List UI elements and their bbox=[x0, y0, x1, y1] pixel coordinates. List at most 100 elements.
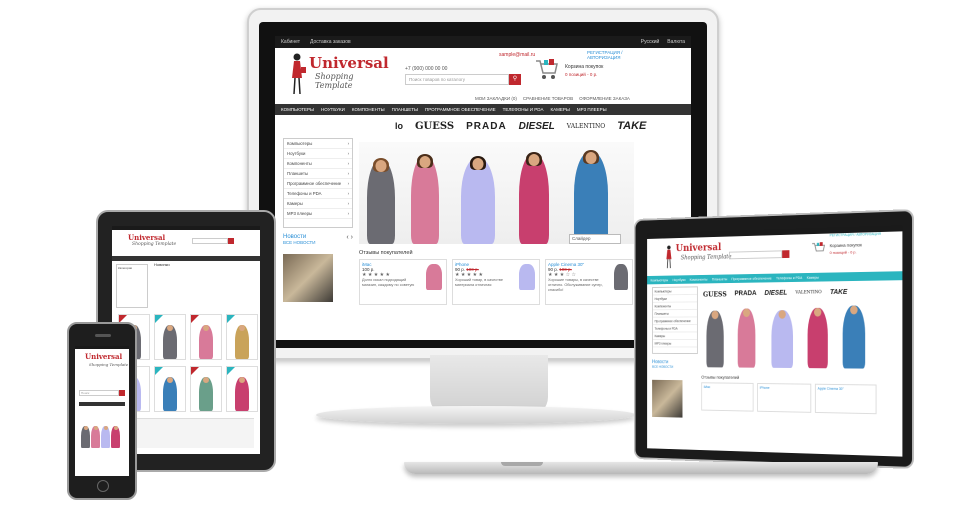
register-link[interactable]: РЕГИСТРАЦИЯ / АВТОРИЗАЦИЯ bbox=[587, 50, 630, 60]
shopping-cart-icon[interactable] bbox=[811, 241, 826, 255]
home-button[interactable] bbox=[97, 480, 109, 492]
product-tile[interactable] bbox=[154, 314, 186, 360]
category-item[interactable]: Телефоны и PDA › bbox=[284, 189, 352, 199]
brand-prada[interactable]: PRADA bbox=[466, 121, 507, 132]
brand-strip: lo GUESS PRADA DIESEL VALENTINO TAKE bbox=[395, 120, 646, 132]
brand-guess[interactable]: GUESS bbox=[703, 290, 727, 299]
brand-take[interactable]: TAKE bbox=[617, 120, 646, 132]
review-card[interactable]: iMac 100 р. ★ ★ ★ ★ ★ Долго искал подход… bbox=[359, 259, 447, 305]
main-nav bbox=[112, 256, 260, 261]
menu-bar[interactable] bbox=[79, 402, 125, 406]
category-item[interactable]: Компоненты › bbox=[284, 159, 352, 169]
monitor-base bbox=[316, 406, 636, 424]
register-link[interactable]: РЕГИСТРАЦИЯ / АВТОРИЗАЦИЯ bbox=[830, 232, 881, 237]
slider-widget[interactable]: Слайдер bbox=[569, 234, 621, 244]
all-news-link[interactable]: ВСЕ НОВОСТИ bbox=[652, 365, 673, 369]
category-item[interactable]: Ноутбуки › bbox=[284, 149, 352, 159]
cart-widget[interactable]: РЕГИСТРАЦИЯ / АВТОРИЗАЦИЯ Корзина покупо… bbox=[535, 50, 630, 92]
review-text: Хороший товар, в качестве материала отли… bbox=[455, 278, 503, 287]
brand-guess[interactable]: GUESS bbox=[415, 121, 454, 132]
brand-diesel[interactable]: DIESEL bbox=[764, 290, 787, 297]
review-product-name[interactable]: iPhone bbox=[760, 386, 770, 390]
search-input[interactable] bbox=[192, 238, 228, 244]
review-card[interactable]: Apple Cinema 30" 90 р. 100 р. ★ ★ ★ ☆ ☆ … bbox=[545, 259, 633, 305]
category-item[interactable]: Камеры bbox=[652, 332, 697, 340]
search-button[interactable] bbox=[119, 390, 125, 396]
nav-item-computers[interactable]: Компьютеры bbox=[281, 107, 314, 112]
product-tile[interactable] bbox=[226, 314, 258, 360]
category-item[interactable]: Камеры › bbox=[284, 199, 352, 209]
review-product-name[interactable]: Apple Cinema 30" bbox=[818, 387, 844, 391]
news-image[interactable] bbox=[652, 379, 683, 418]
brand-take[interactable]: TAKE bbox=[830, 289, 847, 296]
brand-prada[interactable]: PRADA bbox=[735, 290, 757, 297]
nav-item-phones[interactable]: Телефоны и PDA bbox=[503, 107, 544, 112]
compare-link[interactable]: СРАВНЕНИЕ ТОВАРОВ bbox=[523, 96, 573, 101]
nav-item-cameras[interactable]: Камеры bbox=[807, 275, 819, 279]
category-item[interactable]: Программное обеспечение bbox=[652, 317, 697, 326]
nav-item-phones[interactable]: Телефоны и PDA bbox=[776, 276, 802, 280]
nav-item-computers[interactable]: Компьютеры bbox=[650, 278, 668, 282]
category-item[interactable]: MP3 плееры bbox=[652, 339, 697, 348]
phone-screen: Universal Shopping Template Поиск bbox=[75, 346, 129, 476]
model-figure bbox=[91, 426, 100, 448]
site-logo[interactable]: Universal Shopping Template bbox=[283, 50, 389, 100]
search-button[interactable]: ⚲ bbox=[509, 74, 521, 85]
category-menu[interactable]: Категории bbox=[116, 264, 148, 308]
nav-item-tablets[interactable]: Планшеты bbox=[712, 277, 727, 281]
news-arrows-icon[interactable]: ‹ › bbox=[346, 234, 353, 241]
nav-item-software[interactable]: Программное обеспечение bbox=[732, 276, 772, 281]
product-tile[interactable] bbox=[154, 366, 186, 412]
news-image[interactable] bbox=[283, 254, 333, 302]
category-item[interactable]: Планшеты › bbox=[284, 169, 352, 179]
reviews-title: Отзывы покупателей bbox=[701, 374, 740, 380]
category-item[interactable]: Телефоны и PDA bbox=[652, 324, 697, 333]
search-button[interactable] bbox=[782, 250, 790, 259]
logo-word: Universal bbox=[85, 352, 123, 361]
account-link[interactable]: Кабинет bbox=[281, 39, 300, 45]
all-news-link[interactable]: ВСЕ НОВОСТИ bbox=[283, 240, 353, 245]
product-tile[interactable] bbox=[226, 366, 258, 412]
search-input[interactable]: Поиск bbox=[79, 390, 119, 396]
category-item[interactable]: Компьютеры › bbox=[284, 139, 352, 149]
nav-item-tablets[interactable]: Планшеты bbox=[392, 107, 418, 112]
product-tile[interactable] bbox=[190, 314, 222, 360]
language-select[interactable]: Русский bbox=[641, 39, 660, 45]
brand-diesel[interactable]: DIESEL bbox=[519, 121, 555, 132]
category-item[interactable]: Программное обеспечение › bbox=[284, 179, 352, 189]
product-tile[interactable] bbox=[190, 366, 222, 412]
brand-valentino[interactable]: VALENTINO bbox=[795, 290, 821, 295]
review-card[interactable]: iPhone bbox=[757, 383, 812, 413]
header-links: МОИ ЗАКЛАДКИ (0) СРАВНЕНИЕ ТОВАРОВ ОФОРМ… bbox=[475, 96, 630, 101]
nav-item-laptops[interactable]: Ноутбуки bbox=[672, 278, 685, 282]
review-card[interactable]: iMac bbox=[701, 382, 754, 412]
email-address[interactable]: sample@mail.ru bbox=[499, 52, 535, 58]
hero-banner[interactable]: Слайдер bbox=[359, 142, 634, 244]
nav-item-components[interactable]: Компоненты bbox=[352, 107, 385, 112]
category-item[interactable]: MP3 плееры › bbox=[284, 209, 352, 219]
nav-item-cameras[interactable]: Камеры bbox=[551, 107, 570, 112]
model-figure bbox=[807, 307, 828, 369]
brand-valentino[interactable]: VALENTINO bbox=[567, 123, 605, 130]
currency-select[interactable]: Валюта bbox=[667, 39, 685, 45]
nav-item-software[interactable]: Программное обеспечение bbox=[425, 107, 496, 112]
review-product-name[interactable]: iMac bbox=[704, 385, 710, 389]
search-button[interactable] bbox=[228, 238, 234, 244]
checkout-link[interactable]: ОФОРМЛЕНИЕ ЗАКАЗА bbox=[579, 96, 630, 101]
brand-lo[interactable]: lo bbox=[395, 121, 403, 131]
review-thumb bbox=[519, 264, 535, 290]
logo-word: Universal bbox=[309, 54, 389, 72]
delivery-link[interactable]: Доставка заказов bbox=[310, 39, 351, 45]
nav-item-mp3[interactable]: MP3 плееры bbox=[577, 107, 607, 112]
hero-banner[interactable] bbox=[701, 303, 882, 369]
search-input[interactable] bbox=[728, 250, 783, 260]
nav-item-components[interactable]: Компоненты bbox=[690, 277, 708, 281]
news-box: Новости ВСЕ НОВОСТИ ‹ › bbox=[283, 234, 353, 304]
search-input[interactable]: Поиск товаров по каталогу bbox=[405, 74, 509, 85]
review-card[interactable]: Apple Cinema 30" bbox=[814, 383, 877, 415]
nav-item-laptops[interactable]: Ноутбуки bbox=[321, 107, 345, 112]
laptop-base bbox=[404, 462, 878, 474]
review-card[interactable]: iPhone 90 р. 100 р. ★ ★ ★ ★ ★ Хороший то… bbox=[452, 259, 540, 305]
logo-word: Universal bbox=[128, 233, 166, 242]
wishlist-link[interactable]: МОИ ЗАКЛАДКИ (0) bbox=[475, 96, 517, 101]
